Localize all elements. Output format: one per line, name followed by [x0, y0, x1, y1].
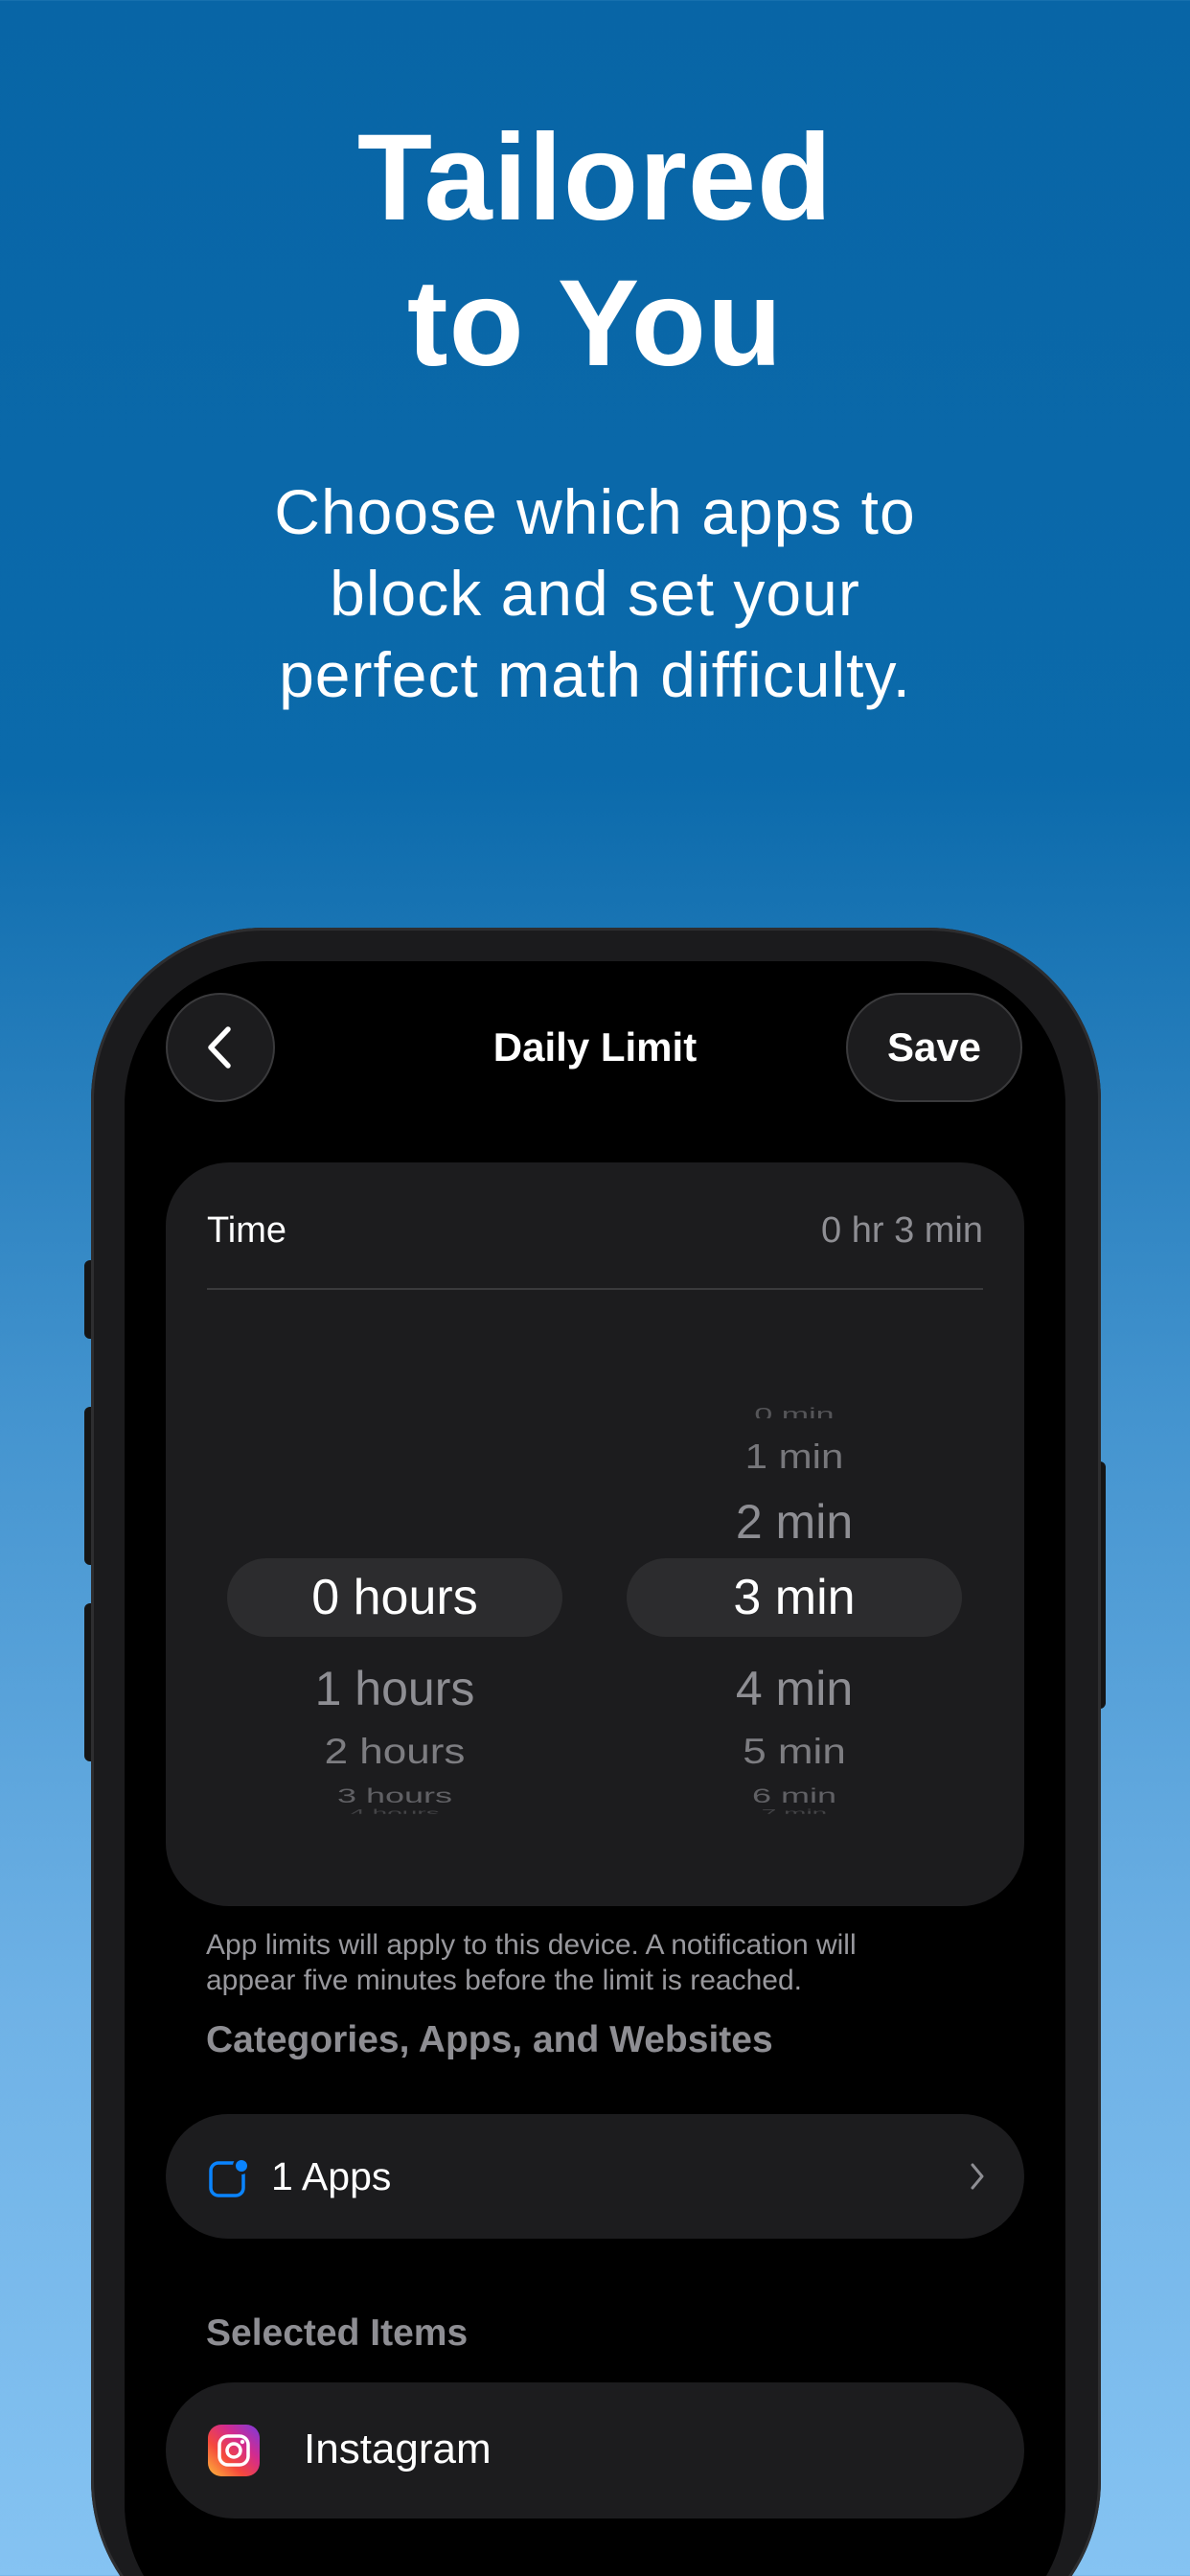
save-button[interactable]: Save — [846, 993, 1022, 1102]
minutes-option[interactable]: 2 min — [627, 1494, 962, 1550]
hours-option-selected[interactable]: 0 hours — [227, 1558, 562, 1637]
minutes-option[interactable]: 0 min — [627, 1407, 962, 1418]
categories-section-title: Categories, Apps, and Websites — [206, 2019, 773, 2060]
apps-count-label: 1 Apps — [271, 2154, 392, 2198]
time-card: Time 0 hr 3 min 0 hours 1 hours 2 hours … — [166, 1162, 1024, 1906]
app-badge-icon — [209, 2157, 250, 2197]
minutes-option[interactable]: 6 min — [627, 1785, 962, 1806]
hours-option[interactable]: 4 hours — [227, 1808, 562, 1814]
hours-option[interactable]: 1 hours — [227, 1661, 562, 1716]
selected-item-row[interactable]: Instagram — [166, 2382, 1024, 2518]
hero-title-line-1: Tailored — [356, 109, 834, 246]
hero-subtitle-line-3: perfect math difficulty. — [279, 639, 911, 710]
time-divider — [207, 1288, 983, 1290]
hours-picker[interactable]: 0 hours 1 hours 2 hours 3 hours 4 hours — [227, 1383, 562, 1833]
hours-option[interactable]: 3 hours — [227, 1785, 562, 1806]
limit-footnote-line-1: App limits will apply to this device. A … — [206, 1929, 857, 1961]
hero-title-line-2: to You — [406, 255, 784, 392]
phone-screen: Daily Limit Save Time 0 hr 3 min 0 hours… — [125, 961, 1065, 2576]
time-label: Time — [207, 1210, 287, 1251]
minutes-option[interactable]: 7 min — [627, 1808, 962, 1814]
time-value: 0 hr 3 min — [821, 1210, 983, 1251]
minutes-option[interactable]: 5 min — [627, 1732, 962, 1772]
selected-item-label: Instagram — [304, 2426, 492, 2472]
limit-footnote-line-2: appear five minutes before the limit is … — [206, 1965, 802, 1996]
hero-title: Tailored to You — [0, 105, 1190, 397]
limit-footnote: App limits will apply to this device. A … — [206, 1927, 973, 1998]
selected-items-section-title: Selected Items — [206, 2312, 469, 2354]
hero-subtitle: Choose which apps to block and set your … — [116, 472, 1074, 716]
chevron-right-icon — [971, 2163, 984, 2190]
instagram-icon — [208, 2425, 260, 2476]
hero-subtitle-line-1: Choose which apps to — [274, 476, 916, 547]
instagram-glyph-icon — [217, 2434, 250, 2467]
minutes-picker[interactable]: 0 min 1 min 2 min 3 min 4 min 5 min 6 mi… — [627, 1383, 962, 1833]
hours-option[interactable]: 2 hours — [227, 1732, 562, 1772]
minutes-option-selected[interactable]: 3 min — [627, 1558, 962, 1637]
minutes-option[interactable]: 1 min — [627, 1438, 962, 1475]
apps-selection-row[interactable]: 1 Apps — [166, 2114, 1024, 2239]
hero-subtitle-line-2: block and set your — [330, 558, 860, 629]
minutes-option[interactable]: 4 min — [627, 1661, 962, 1716]
